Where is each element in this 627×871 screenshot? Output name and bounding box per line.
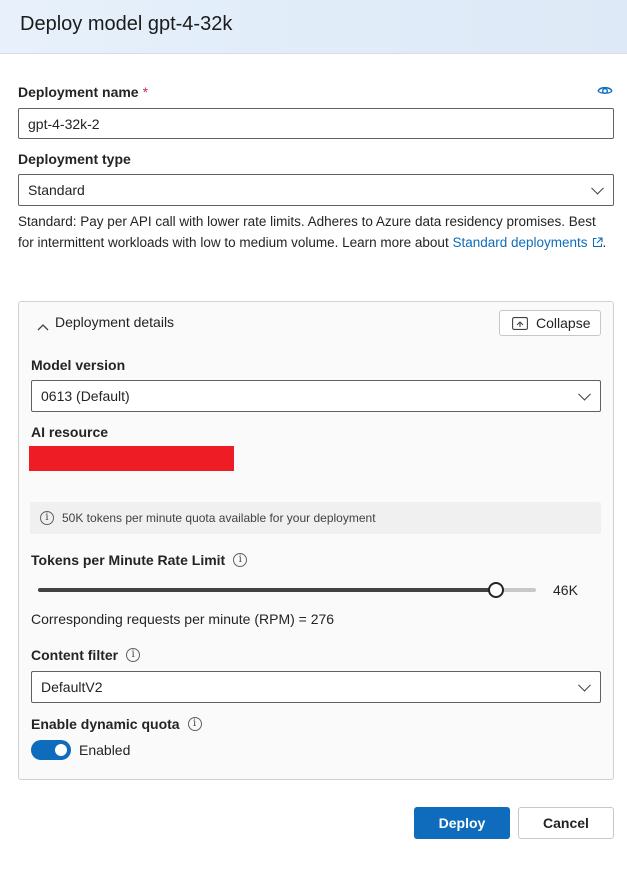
chevron-down-icon bbox=[578, 387, 591, 401]
model-version-select[interactable]: 0613 (Default) bbox=[31, 380, 601, 412]
ai-resource-label: AI resource bbox=[31, 424, 109, 440]
rpm-text: Corresponding requests per minute (RPM) … bbox=[31, 611, 335, 627]
deployment-type-value: Standard bbox=[28, 182, 85, 198]
dialog-header: Deploy model gpt-4-32k bbox=[0, 0, 627, 54]
info-icon[interactable]: i bbox=[126, 648, 141, 662]
collapse-button-label: Collapse bbox=[536, 315, 591, 331]
deployment-type-label: Deployment type bbox=[18, 151, 131, 167]
cancel-button[interactable]: Cancel bbox=[518, 807, 614, 839]
rate-limit-label: Tokens per Minute Rate Limit i bbox=[31, 552, 248, 568]
standard-deployments-link[interactable]: Standard deployments bbox=[452, 235, 603, 250]
dynamic-quota-label-text: Enable dynamic quota bbox=[31, 716, 180, 732]
dynamic-quota-toggle[interactable] bbox=[31, 740, 71, 760]
deployment-name-label: Deployment name * bbox=[18, 84, 148, 100]
deployment-name-label-text: Deployment name bbox=[18, 84, 139, 100]
required-marker: * bbox=[142, 84, 149, 100]
dialog-title: Deploy model gpt-4-32k bbox=[20, 13, 233, 35]
deployment-type-description: Standard: Pay per API call with lower ra… bbox=[18, 211, 613, 254]
chevron-down-icon bbox=[578, 678, 591, 692]
content-filter-label-text: Content filter bbox=[31, 647, 119, 663]
collapse-button[interactable]: Collapse bbox=[499, 310, 601, 336]
rate-limit-label-text: Tokens per Minute Rate Limit bbox=[31, 552, 226, 568]
chevron-down-icon bbox=[591, 181, 604, 195]
standard-deployments-link-text[interactable]: Standard deployments bbox=[452, 235, 587, 250]
ai-resource-redacted bbox=[29, 446, 234, 471]
info-icon: i bbox=[40, 511, 54, 525]
description-period: . bbox=[602, 235, 607, 250]
model-version-label: Model version bbox=[31, 357, 126, 373]
quota-info-text: 50K tokens per minute quota available fo… bbox=[62, 511, 376, 525]
content-filter-value: DefaultV2 bbox=[41, 679, 103, 695]
deployment-name-value: gpt-4-32k-2 bbox=[28, 115, 100, 132]
content-filter-label: Content filter i bbox=[31, 647, 141, 663]
dynamic-quota-state: Enabled bbox=[79, 742, 131, 758]
collapse-icon bbox=[512, 316, 528, 330]
quota-info-banner: i 50K tokens per minute quota available … bbox=[30, 502, 601, 534]
model-version-value: 0613 (Default) bbox=[41, 388, 130, 404]
toggle-knob bbox=[55, 744, 67, 756]
info-icon[interactable]: i bbox=[233, 553, 248, 567]
deployment-type-select[interactable]: Standard bbox=[18, 174, 614, 206]
content-filter-select[interactable]: DefaultV2 bbox=[31, 671, 601, 703]
slider-fill bbox=[38, 588, 497, 592]
info-icon[interactable]: i bbox=[187, 717, 202, 731]
chevron-up-icon[interactable] bbox=[37, 318, 49, 331]
deploy-button[interactable]: Deploy bbox=[414, 807, 510, 839]
dynamic-quota-label: Enable dynamic quota i bbox=[31, 716, 202, 732]
rate-limit-slider[interactable] bbox=[38, 582, 536, 598]
eye-icon[interactable] bbox=[597, 84, 613, 98]
deployment-details-header[interactable]: Deployment details bbox=[55, 314, 174, 330]
rate-limit-value: 46K bbox=[553, 582, 578, 598]
deployment-name-input[interactable]: gpt-4-32k-2 bbox=[18, 108, 614, 139]
external-link-icon bbox=[592, 233, 603, 254]
